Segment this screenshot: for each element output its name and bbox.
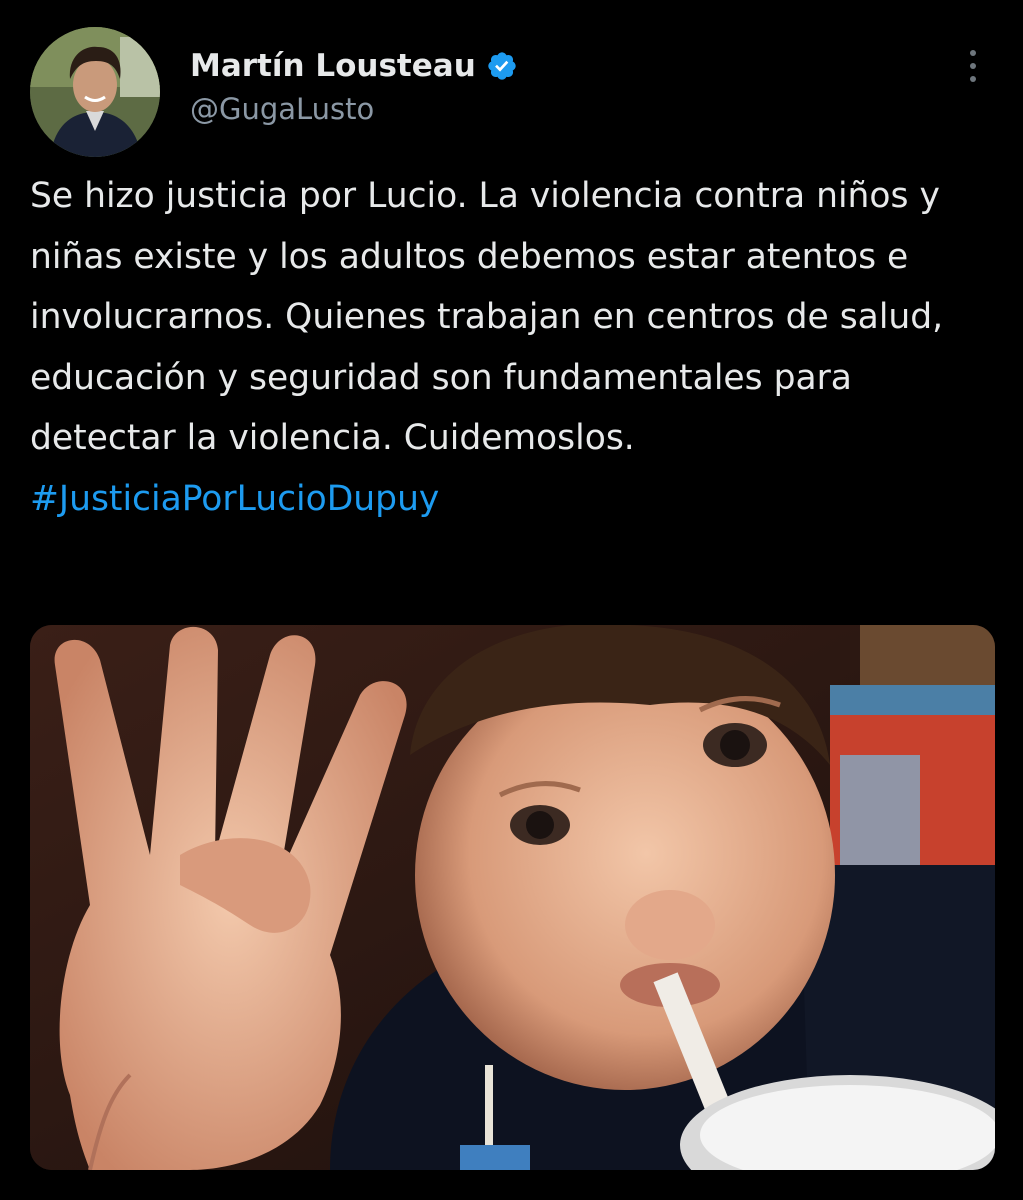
hashtag-link[interactable]: #JusticiaPorLucioDupuy: [30, 479, 439, 519]
avatar[interactable]: [30, 27, 160, 157]
more-dot: [970, 76, 976, 82]
verified-badge-icon: [486, 50, 518, 82]
more-dot: [970, 63, 976, 69]
author-name[interactable]: Martín Lousteau: [190, 48, 476, 84]
tweet-text: Se hizo justicia por Lucio. La violencia…: [30, 166, 1005, 529]
author-handle[interactable]: @GugaLusto: [190, 92, 374, 126]
more-dot: [970, 50, 976, 56]
tweet-body: Se hizo justicia por Lucio. La violencia…: [30, 176, 944, 458]
author-name-row[interactable]: Martín Lousteau: [190, 44, 518, 88]
tweet-photo[interactable]: [30, 625, 995, 1170]
more-options-icon[interactable]: [958, 46, 988, 86]
